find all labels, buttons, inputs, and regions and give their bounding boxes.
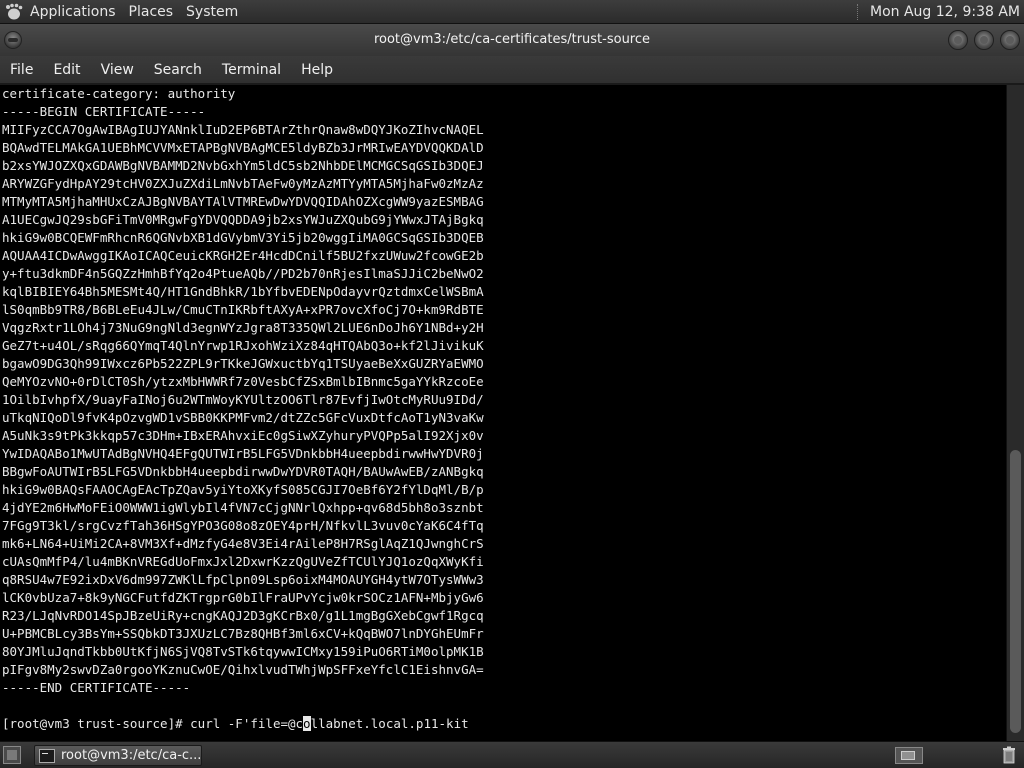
- bottom-panel: root@vm3:/etc/ca-c...: [0, 741, 1024, 768]
- terminal-line: lCK0vbUza7+8k9yNGCFutfdZKTrgprG0bIlFraUP…: [2, 590, 484, 605]
- terminal-line: MIIFyzCCA7OgAwIBAgIUJYANnklIuD2EP6BTArZt…: [2, 122, 484, 137]
- terminal-line: -----BEGIN CERTIFICATE-----: [2, 104, 206, 119]
- terminal-line: mk6+LN64+UiMi2CA+8VM3Xf+dMzfyG4e8V3Ei4rA…: [2, 536, 484, 551]
- command-text-after-cursor: llabnet.local.p11-kit: [310, 716, 469, 731]
- terminal-line: pIFgv8My2swvDZa0rgooYKznuCwOE/QihxlvudTW…: [2, 662, 484, 677]
- terminal-area[interactable]: certificate-category: authority -----BEGI…: [0, 85, 1006, 741]
- menu-help[interactable]: Help: [291, 56, 343, 84]
- menu-file[interactable]: File: [0, 56, 43, 84]
- gnome-foot-icon: [6, 3, 23, 19]
- terminal-line: certificate-category: authority: [2, 86, 236, 101]
- places-label: Places: [128, 3, 174, 20]
- terminal-menu-bar: File Edit View Search Terminal Help: [0, 56, 1024, 84]
- terminal-line: ARYWZGFydHpAY29tcHV0ZXJuZXdiLmNvbTAeFw0y…: [2, 176, 484, 191]
- system-menu[interactable]: System: [180, 0, 245, 24]
- terminal-line: y+ftu3dkmDF4n5GQZzHmhBfYq2o4PtueAQb//PD2…: [2, 266, 484, 281]
- show-desktop-icon[interactable]: [3, 746, 21, 764]
- terminal-line: q8RSU4w7E92ixDxV6dm997ZWKlLfpClpn09Lsp6o…: [2, 572, 484, 587]
- system-label: System: [186, 3, 239, 20]
- places-menu[interactable]: Places: [123, 0, 181, 24]
- terminal-line: bgawO9DG3Qh99IWxcz6Pb522ZPL9rTKkeJGWxuct…: [2, 356, 484, 371]
- terminal-line: 80YJMluJqndTkbb0UtKfjN6SjVQ8TvSTk6tqywwI…: [2, 644, 484, 659]
- terminal-command-line[interactable]: [root@vm3 trust-source]# curl -F'file=@c…: [0, 715, 1006, 733]
- panel-right-area: Mon Aug 12, 9:38 AM: [856, 0, 1024, 24]
- workspace-switcher[interactable]: [895, 747, 923, 764]
- clock[interactable]: Mon Aug 12, 9:38 AM: [870, 4, 1024, 20]
- applications-label: Applications: [30, 3, 116, 20]
- terminal-line: QeMYOzvNO+0rDlCT0Sh/ytzxMbHWWRf7z0VesbCf…: [2, 374, 484, 389]
- close-icon[interactable]: [1000, 30, 1020, 50]
- applications-menu[interactable]: Applications: [0, 0, 123, 24]
- terminal-line: kqlBIBIEY64Bh5MESMt4Q/HT1GndBhkR/1bYfbvE…: [2, 284, 484, 299]
- terminal-line: BQAwdTELMAkGA1UEBhMCVVMxETAPBgNVBAgMCE5l…: [2, 140, 484, 155]
- scrollbar-thumb[interactable]: [1010, 450, 1021, 733]
- taskbar-window-label: root@vm3:/etc/ca-c...: [61, 748, 202, 763]
- terminal-line: A1UECgwJQ29sbGFiTmV0MRgwFgYDVQQDDA9jb2xs…: [2, 212, 484, 227]
- terminal-scrollbar[interactable]: [1006, 85, 1024, 741]
- menu-view[interactable]: View: [91, 56, 144, 84]
- terminal-line: 4jdYE2m6HwMoFEiO0WWW1igWlybIl4fVN7cCjgNN…: [2, 500, 484, 515]
- window-controls: [948, 30, 1020, 50]
- terminal-line: hkiG9w0BAQsFAAOCAgEAcTpZQav5yiYtoXKyfS08…: [2, 482, 484, 497]
- terminal-line: uTkqNIQoDl9fvK4pOzvgWD1vSBB0KKPMFvm2/dtZ…: [2, 410, 484, 425]
- panel-separator: [856, 3, 862, 20]
- terminal-line: R23/LJqNvRDO14SpJBzeUiRy+cngKAQJ2D3gKCrB…: [2, 608, 484, 623]
- terminal-line: YwIDAQABo1MwUTAdBgNVHQ4EFgQUTWIrB5LFG5VD…: [2, 446, 484, 461]
- terminal-line: cUAsQmMfP4/lu4mBKnVREGdUoFmxJxl2DxwrKzzQ…: [2, 554, 484, 569]
- terminal-line: 7FGg9T3kl/srgCvzfTah36HSgYPO3G08o8zOEY4p…: [2, 518, 484, 533]
- terminal-icon: [39, 748, 55, 763]
- maximize-icon[interactable]: [974, 30, 994, 50]
- terminal-line: AQUAA4ICDwAwggIKAoICAQCeuicKRGH2Er4HcdDC…: [2, 248, 484, 263]
- terminal-line: -----END CERTIFICATE-----: [2, 680, 191, 695]
- terminal-line: lS0qmBb9TR8/B6BLeEu4JLw/CmuCTnIKRbftAXyA…: [2, 302, 484, 317]
- terminal-line: hkiG9w0BCQEWFmRhcnR6QGNvbXB1dGVybmV3Yi5j…: [2, 230, 484, 245]
- terminal-output: certificate-category: authority -----BEGI…: [0, 85, 1006, 697]
- terminal-line: MTMyMTA5MjhaMHUxCzAJBgNVBAYTAlVTMREwDwYD…: [2, 194, 484, 209]
- shell-prompt: [root@vm3 trust-source]#: [2, 716, 191, 731]
- minimize-icon[interactable]: [948, 30, 968, 50]
- command-text-before-cursor: curl -F'file=@c: [190, 716, 304, 731]
- top-panel: Applications Places System Mon Aug 12, 9…: [0, 0, 1024, 24]
- terminal-line: A5uNk3s9tPk3kkqp57c3DHm+IBxERAhvxiEc0gSi…: [2, 428, 484, 443]
- menu-search[interactable]: Search: [144, 56, 212, 84]
- terminal-line: VqgzRxtr1LOh4j73NuG9ngNld3egnWYzJgra8T33…: [2, 320, 484, 335]
- window-title-bar[interactable]: root@vm3:/etc/ca-certificates/trust-sour…: [0, 24, 1024, 56]
- text-cursor: o: [303, 716, 311, 731]
- terminal-line: BBgwFoAUTWIrB5LFG5VDnkbbH4ueepbdirwwDwYD…: [2, 464, 484, 479]
- terminal-line: 1OilbIvhpfX/9uayFaINoj6u2WTmWoyKYUltzOO6…: [2, 392, 484, 407]
- window-title: root@vm3:/etc/ca-certificates/trust-sour…: [373, 32, 651, 47]
- terminal-line: GeZ7t+u4OL/sRqg66QYmqT4QlnYrwp1RJxohWziX…: [2, 338, 484, 353]
- trash-icon[interactable]: [1001, 745, 1017, 765]
- menu-terminal[interactable]: Terminal: [212, 56, 291, 84]
- terminal-line: b2xsYWJOZXQxGDAWBgNVBAMMD2NvbGxhYm5ldC5s…: [2, 158, 484, 173]
- desktop: Applications Places System Mon Aug 12, 9…: [0, 0, 1024, 768]
- menu-edit[interactable]: Edit: [43, 56, 90, 84]
- terminal-line: U+PBMCBLcy3BsYm+SSQbkDT3JXUzLC7Bz8QHBf3m…: [2, 626, 484, 641]
- taskbar-window-button[interactable]: root@vm3:/etc/ca-c...: [34, 745, 202, 766]
